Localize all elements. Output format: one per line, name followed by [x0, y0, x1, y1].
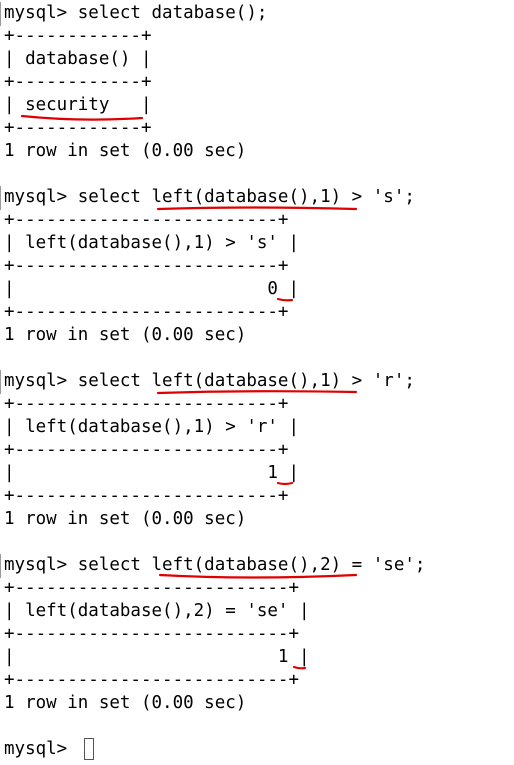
terminal-line-table-border: +-------------------------+	[4, 440, 289, 460]
terminal-line-table-border: +-------------------------+	[4, 302, 289, 322]
terminal-line-table-border: +--------------------------+	[4, 670, 300, 690]
terminal-line-table-header: | database() |	[4, 49, 152, 69]
terminal-line-prompt: mysql> select database();	[4, 3, 268, 23]
terminal-line-table-border: +-------------------------+	[4, 394, 289, 414]
terminal-line-table-row: | 1 |	[4, 647, 310, 667]
terminal-line-status: 1 row in set (0.00 sec)	[4, 693, 247, 713]
window-left-border	[0, 370, 1, 394]
terminal-line-table-border: +------------+	[4, 26, 152, 46]
terminal-line-table-border: +--------------------------+	[4, 624, 300, 644]
terminal-line-table-border: +-------------------------+	[4, 256, 289, 276]
terminal-window[interactable]: mysql> select database(); +------------+…	[0, 0, 514, 765]
terminal-line-table-header: | left(database(),1) > 'r' |	[4, 417, 300, 437]
terminal-line-table-border: +------------+	[4, 72, 152, 92]
terminal-line-status: 1 row in set (0.00 sec)	[4, 509, 247, 529]
terminal-line-prompt: mysql> select left(database(),1) > 'r';	[4, 371, 415, 391]
terminal-line-table-row: | 0 |	[4, 279, 300, 299]
terminal-line-table-border: +-------------------------+	[4, 210, 289, 230]
terminal-line-prompt: mysql> select left(database(),2) = 'se';	[4, 555, 426, 575]
terminal-line-status: 1 row in set (0.00 sec)	[4, 325, 247, 345]
window-left-border	[0, 2, 1, 26]
window-left-border	[0, 554, 1, 578]
terminal-line-table-border: +--------------------------+	[4, 578, 300, 598]
terminal-line-prompt: mysql> select left(database(),1) > 's';	[4, 187, 415, 207]
terminal-line-table-header: | left(database(),2) = 'se' |	[4, 601, 310, 621]
terminal-line-table-border: +-------------------------+	[4, 486, 289, 506]
terminal-line-table-border: +------------+	[4, 118, 152, 138]
terminal-input-prompt[interactable]: mysql>	[4, 738, 78, 760]
window-left-border	[0, 186, 1, 210]
text-cursor[interactable]	[84, 738, 94, 760]
terminal-line-table-row: | security |	[4, 95, 152, 115]
terminal-line-table-row: | 1 |	[4, 463, 300, 483]
terminal-line-status: 1 row in set (0.00 sec)	[4, 141, 247, 161]
terminal-line-table-header: | left(database(),1) > 's' |	[4, 233, 300, 253]
